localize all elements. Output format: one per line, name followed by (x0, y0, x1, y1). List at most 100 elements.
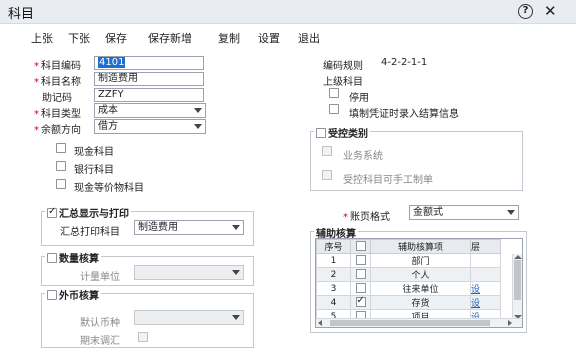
scroll-left-icon[interactable] (318, 320, 322, 326)
parent-label: 上级科目 (323, 77, 363, 88)
unit-label: 计量单位 (80, 272, 120, 283)
horizontal-scrollbar[interactable] (316, 318, 522, 327)
currency-checkbox[interactable] (47, 290, 57, 300)
row-no: 1 (316, 253, 351, 268)
controlled-checkbox[interactable] (316, 128, 326, 138)
cash-label: 现金科目 (74, 147, 114, 158)
scroll-thumb[interactable] (514, 260, 521, 300)
unit-select[interactable] (134, 265, 244, 280)
row-checkbox[interactable] (355, 295, 366, 308)
cash-equiv-checkbox[interactable] (56, 179, 66, 189)
window-title: 科目 (8, 7, 35, 22)
table-row[interactable]: 4 存货 设 (316, 295, 501, 310)
table-row[interactable]: 1 部门 (316, 253, 501, 268)
vertical-scrollbar[interactable] (512, 254, 522, 320)
cash-checkbox[interactable] (56, 143, 66, 153)
code-input[interactable]: 4101 (94, 56, 204, 70)
cash-equiv-label: 现金等价物科目 (74, 183, 144, 194)
chevron-down-icon (194, 124, 202, 129)
ledger-label: 账页格式 (343, 208, 390, 223)
quantity-title: 数量核算 (45, 250, 101, 265)
row-item: 部门 (370, 253, 471, 268)
disabled-label: 停用 (349, 93, 369, 104)
code-value: 4101 (98, 57, 126, 68)
row-link[interactable] (470, 253, 501, 268)
chevron-down-icon (232, 225, 240, 230)
manual-checkbox[interactable] (322, 170, 332, 180)
scroll-up-icon[interactable] (514, 255, 522, 259)
business-label: 业务系统 (343, 151, 383, 162)
aux-grid: 序号 辅助核算项 层 1 部门 2 个人 3 往来单位 设 4 ✓ 存货 设 5 (315, 238, 523, 328)
save-new-button[interactable]: 保存新增 (148, 30, 192, 46)
col-no: 序号 (316, 239, 351, 254)
period-adjust-checkbox[interactable] (138, 332, 148, 342)
period-adjust-label: 期末调汇 (80, 336, 120, 347)
summary-print-label: 汇总打印科目 (60, 227, 120, 238)
direction-value: 借方 (98, 121, 118, 132)
currency-title: 外币核算 (45, 287, 101, 302)
ledger-select[interactable]: 金额式 (409, 205, 519, 220)
summary-print-select[interactable]: 制造费用 (134, 220, 244, 235)
col-level: 层 (470, 239, 501, 254)
row-no: 2 (316, 267, 351, 282)
row-no: 3 (316, 281, 351, 296)
controlled-title-text: 受控类别 (328, 129, 368, 140)
direction-select[interactable]: 借方 (94, 119, 206, 134)
manual-label: 受控科目可手工制单 (343, 175, 433, 186)
type-label: 科目类型 (34, 105, 81, 120)
controlled-title: 受控类别 (314, 125, 370, 140)
table-row[interactable]: 2 个人 (316, 267, 501, 282)
row-link[interactable]: 设 (470, 281, 501, 296)
copy-button[interactable]: 复制 (218, 30, 240, 46)
row-item: 个人 (370, 267, 471, 282)
title-bar: 科目 ? ✕ (0, 0, 576, 24)
entry-checkbox[interactable] (329, 104, 339, 114)
default-currency-label: 默认币种 (80, 318, 120, 329)
default-currency-select[interactable] (134, 310, 244, 325)
prev-button[interactable]: 上张 (31, 30, 53, 46)
rule-label: 编码规则 (323, 61, 363, 72)
save-button[interactable]: 保存 (105, 30, 127, 46)
row-item: 往来单位 (370, 281, 471, 296)
type-select[interactable]: 成本 (94, 103, 206, 118)
summary-title-text: 汇总显示与打印 (59, 209, 129, 220)
scroll-right-icon[interactable] (508, 320, 512, 326)
summary-print-value: 制造费用 (138, 222, 178, 233)
business-checkbox[interactable] (322, 146, 332, 156)
row-no: 4 (316, 295, 351, 310)
table-row[interactable]: 3 往来单位 设 (316, 281, 501, 296)
help-icon[interactable]: ? (518, 4, 533, 19)
chevron-down-icon (194, 108, 202, 113)
chevron-down-icon (507, 210, 515, 215)
next-button[interactable]: 下张 (68, 30, 90, 46)
row-checkbox[interactable] (355, 269, 366, 280)
quantity-checkbox[interactable] (47, 253, 57, 263)
currency-title-text: 外币核算 (59, 291, 99, 302)
ledger-value: 金额式 (413, 207, 443, 218)
code-label: 科目编码 (34, 57, 81, 72)
col-item: 辅助核算项 (370, 239, 471, 254)
entry-label: 填制凭证时录入结算信息 (349, 109, 459, 120)
hscroll-thumb[interactable] (330, 320, 490, 326)
row-checkbox[interactable] (355, 283, 366, 294)
summary-title: 汇总显示与打印 (45, 205, 131, 220)
row-link[interactable]: 设 (470, 295, 501, 310)
rule-value: 4-2-2-1-1 (381, 57, 428, 68)
settings-button[interactable]: 设置 (258, 30, 280, 46)
summary-checkbox[interactable] (47, 206, 57, 218)
row-link[interactable] (470, 267, 501, 282)
row-checkbox[interactable] (355, 255, 366, 266)
mnemonic-input[interactable]: ZZFY (94, 88, 204, 102)
direction-label: 余额方向 (34, 121, 81, 136)
quantity-title-text: 数量核算 (59, 254, 99, 265)
name-input[interactable]: 制造费用 (94, 72, 204, 86)
bank-checkbox[interactable] (56, 161, 66, 171)
col-check[interactable] (350, 239, 371, 254)
close-icon[interactable]: ✕ (544, 2, 557, 20)
mnemonic-label: 助记码 (42, 93, 72, 104)
chevron-down-icon (232, 315, 240, 320)
exit-button[interactable]: 退出 (298, 30, 320, 46)
select-all-checkbox[interactable] (355, 241, 366, 252)
disabled-checkbox[interactable] (329, 88, 339, 98)
type-value: 成本 (98, 105, 118, 116)
